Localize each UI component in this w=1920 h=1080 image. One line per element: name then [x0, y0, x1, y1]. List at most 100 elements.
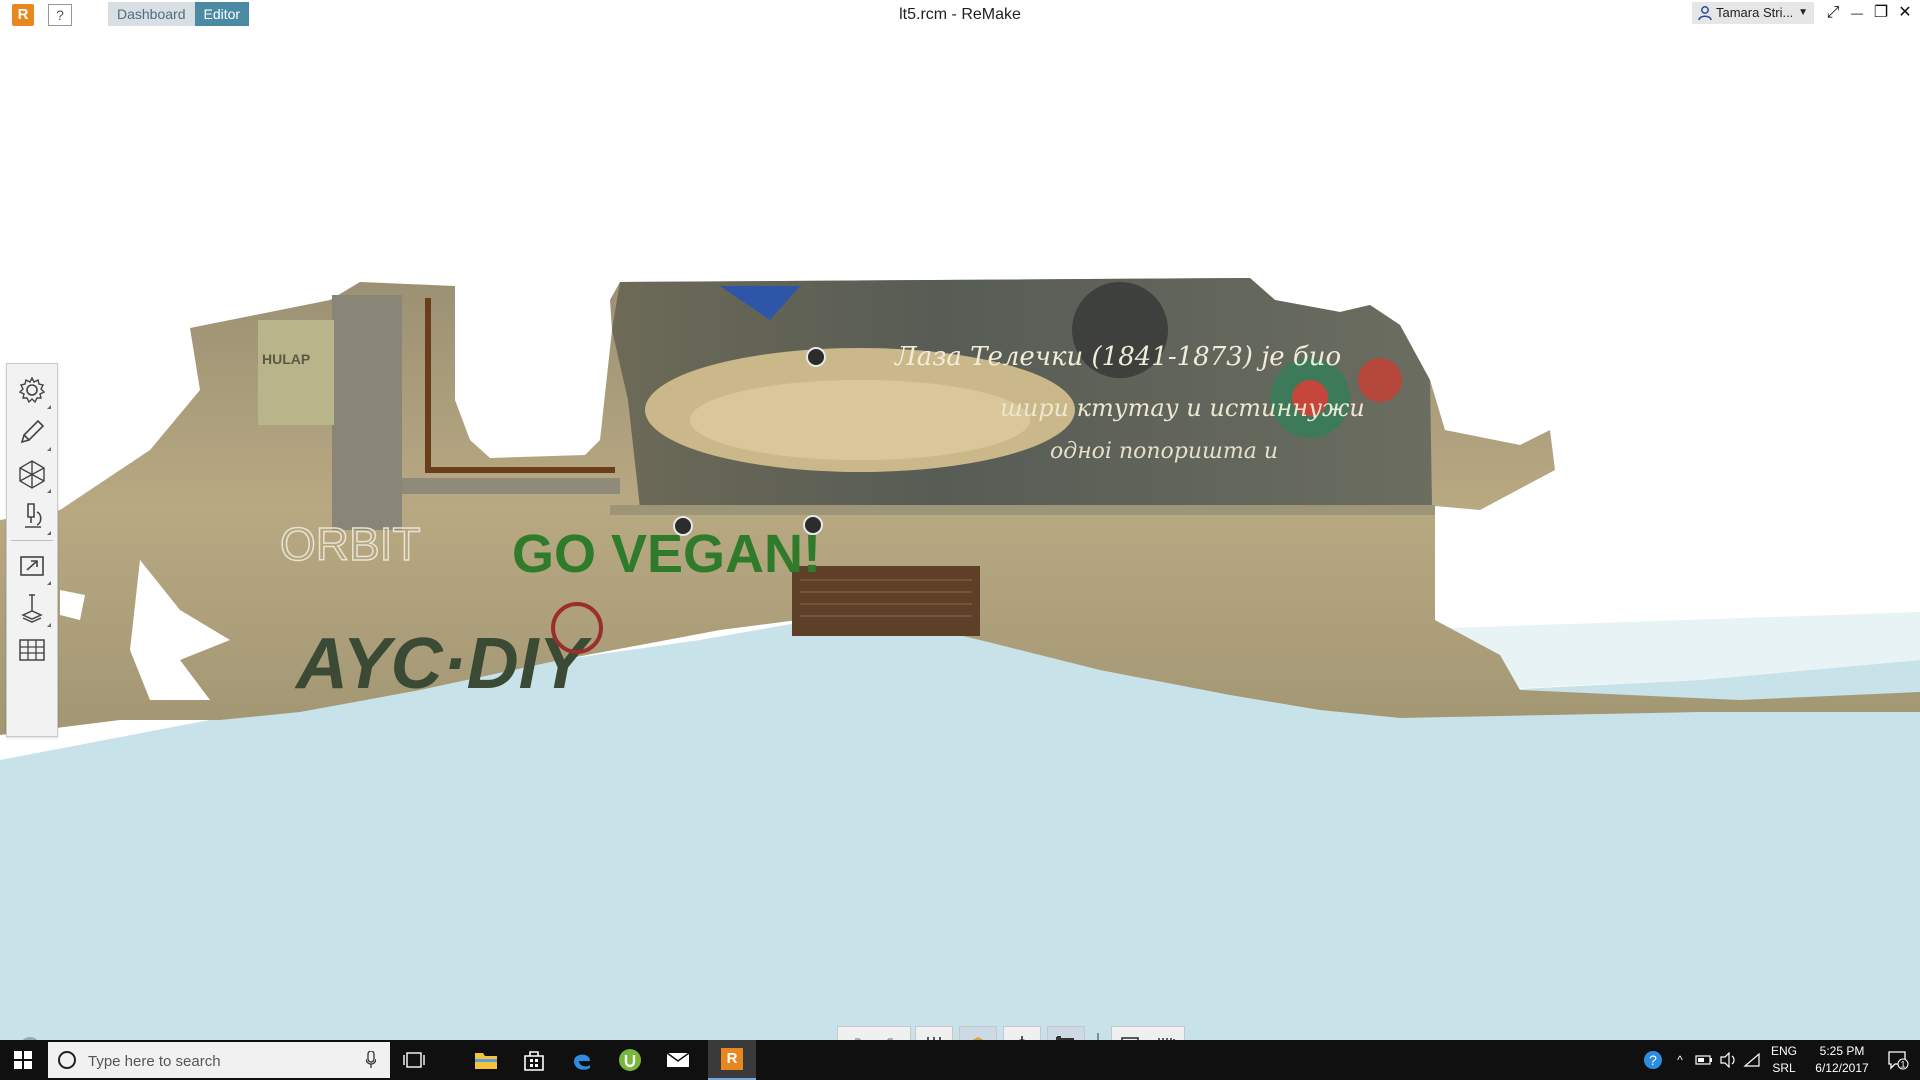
graffiti-sketch: ORBIT	[280, 518, 421, 570]
utorrent-button[interactable]	[606, 1040, 654, 1080]
clock-time: 5:25 PM	[1819, 1044, 1865, 1058]
grid-tool-button[interactable]	[12, 630, 52, 670]
battery-icon	[1695, 1055, 1712, 1065]
microphone-icon[interactable]	[366, 1051, 376, 1069]
plaster-patch-inner	[690, 380, 1030, 460]
pivot-group	[1003, 1026, 1041, 1040]
taskbar-search[interactable]	[48, 1042, 390, 1080]
3d-viewport[interactable]: Лаза Телечки (1841-1873) је био шири кту…	[0, 30, 1920, 1040]
action-center-button[interactable]: 1	[1880, 1040, 1916, 1080]
network-tray-button[interactable]	[1740, 1040, 1764, 1080]
graffiti-go-vegan: GO VEGAN!	[512, 524, 821, 584]
chevron-down-icon: ▼	[1798, 7, 1808, 18]
measure-icon	[21, 594, 43, 623]
tab-dashboard[interactable]: Dashboard	[108, 2, 195, 26]
remake-icon: R	[721, 1048, 743, 1070]
poster-text: HULAP	[262, 351, 310, 367]
remake-taskbar-button[interactable]: R	[708, 1040, 756, 1080]
gear-icon	[18, 376, 46, 404]
pencil-icon	[20, 419, 45, 444]
speaker-icon	[1720, 1052, 1735, 1068]
language-code: ENG	[1770, 1044, 1797, 1058]
microscope-icon	[25, 503, 42, 528]
edit-tool-button[interactable]	[12, 412, 52, 452]
store-button[interactable]	[510, 1040, 558, 1080]
mural-text-line1: Лаза Телечки (1841-1873) је био	[893, 342, 1341, 372]
graffiti-ayc-diy: AYC·DIY	[294, 624, 593, 704]
question-circle-icon: ?	[1644, 1051, 1662, 1069]
help-tray-button[interactable]: ?	[1640, 1040, 1666, 1080]
redo-button[interactable]	[874, 1027, 910, 1040]
undo-redo-group	[837, 1026, 911, 1040]
app-logo-icon[interactable]: R	[12, 4, 34, 26]
tool-panel	[6, 363, 58, 737]
frame-group	[1111, 1026, 1185, 1040]
adjust-button[interactable]	[916, 1027, 952, 1040]
mesh-tool-button[interactable]	[12, 454, 52, 494]
marquee-select-button[interactable]	[1148, 1027, 1184, 1040]
mail-icon	[666, 1052, 690, 1067]
settings-tool-button[interactable]	[12, 370, 52, 410]
poster	[258, 320, 334, 425]
undo-button[interactable]	[838, 1027, 874, 1040]
analyze-tool-button[interactable]	[12, 496, 52, 536]
edge-icon	[574, 1054, 590, 1070]
mural-text-line3: одноі попоришта и	[1050, 439, 1278, 464]
file-explorer-button[interactable]	[462, 1040, 510, 1080]
svg-text:?: ?	[1649, 1052, 1657, 1068]
volume-tray-button[interactable]	[1716, 1040, 1740, 1080]
windows-taskbar: R ? ^ ENG SRL 5:25 PM 6/12/2017 1	[0, 1040, 1920, 1080]
svg-text:1: 1	[1900, 1060, 1905, 1070]
window-opening	[455, 300, 612, 458]
user-name: Tamara Stri...	[1716, 5, 1794, 20]
export-icon	[20, 556, 44, 576]
view-toolbar	[915, 1026, 1185, 1040]
wifi-icon	[1743, 1052, 1760, 1067]
tab-editor[interactable]: Editor	[194, 2, 250, 26]
left-pillar	[332, 295, 402, 530]
restore-button[interactable]: ❐	[1870, 2, 1892, 24]
start-button[interactable]	[0, 1040, 46, 1080]
grid-icon	[19, 639, 45, 661]
frame-all-button[interactable]	[1112, 1027, 1148, 1040]
notification-icon: 1	[1888, 1051, 1909, 1070]
edge-button[interactable]	[558, 1040, 606, 1080]
bottom-toolbar	[837, 1026, 911, 1040]
mural-text-line2: шири ктутау и истиннужи	[1000, 394, 1365, 422]
window-sill	[395, 478, 620, 494]
utorrent-icon	[619, 1049, 641, 1071]
language-indicator[interactable]: ENG SRL	[1764, 1043, 1804, 1077]
view-settings-group	[915, 1026, 953, 1040]
store-icon	[524, 1051, 544, 1071]
cortana-icon	[58, 1051, 76, 1069]
battery-tray-button[interactable]	[1692, 1040, 1716, 1080]
toolbar-divider	[1097, 1033, 1099, 1040]
task-view-button[interactable]	[390, 1040, 438, 1080]
scene-render: Лаза Телечки (1841-1873) је био шири кту…	[0, 278, 1920, 1040]
windows-logo-icon	[14, 1051, 32, 1069]
box-select-button[interactable]	[1048, 1027, 1084, 1040]
selection-group	[1047, 1026, 1085, 1040]
close-button[interactable]: ✕	[1894, 2, 1916, 24]
render-mode-group	[959, 1026, 997, 1040]
mode-tabs: Dashboard Editor	[108, 2, 250, 26]
keyboard-layout: SRL	[1772, 1061, 1796, 1075]
wall-ledge	[610, 505, 1435, 515]
pivot-button[interactable]	[1004, 1027, 1040, 1040]
file-explorer-icon	[475, 1053, 497, 1069]
clock-date: 6/12/2017	[1815, 1061, 1869, 1075]
chevron-up-icon: ^	[1677, 1053, 1683, 1067]
help-button[interactable]: ?	[48, 4, 72, 26]
show-hidden-icons-button[interactable]: ^	[1670, 1040, 1690, 1080]
mail-button[interactable]	[654, 1040, 702, 1080]
user-account-menu[interactable]: Tamara Stri... ▼	[1692, 2, 1814, 24]
search-input[interactable]	[86, 1042, 350, 1080]
fullscreen-button[interactable]: ⤢	[1822, 2, 1844, 24]
minimize-button[interactable]: —	[1846, 2, 1868, 24]
textured-view-button[interactable]	[960, 1027, 996, 1040]
title-bar: R ? Dashboard Editor lt5.rcm - ReMake Ta…	[0, 0, 1920, 30]
export-tool-button[interactable]	[12, 546, 52, 586]
taskbar-clock[interactable]: 5:25 PM 6/12/2017	[1806, 1043, 1878, 1077]
window-title: lt5.rcm - ReMake	[899, 6, 1021, 23]
measure-tool-button[interactable]	[12, 588, 52, 628]
